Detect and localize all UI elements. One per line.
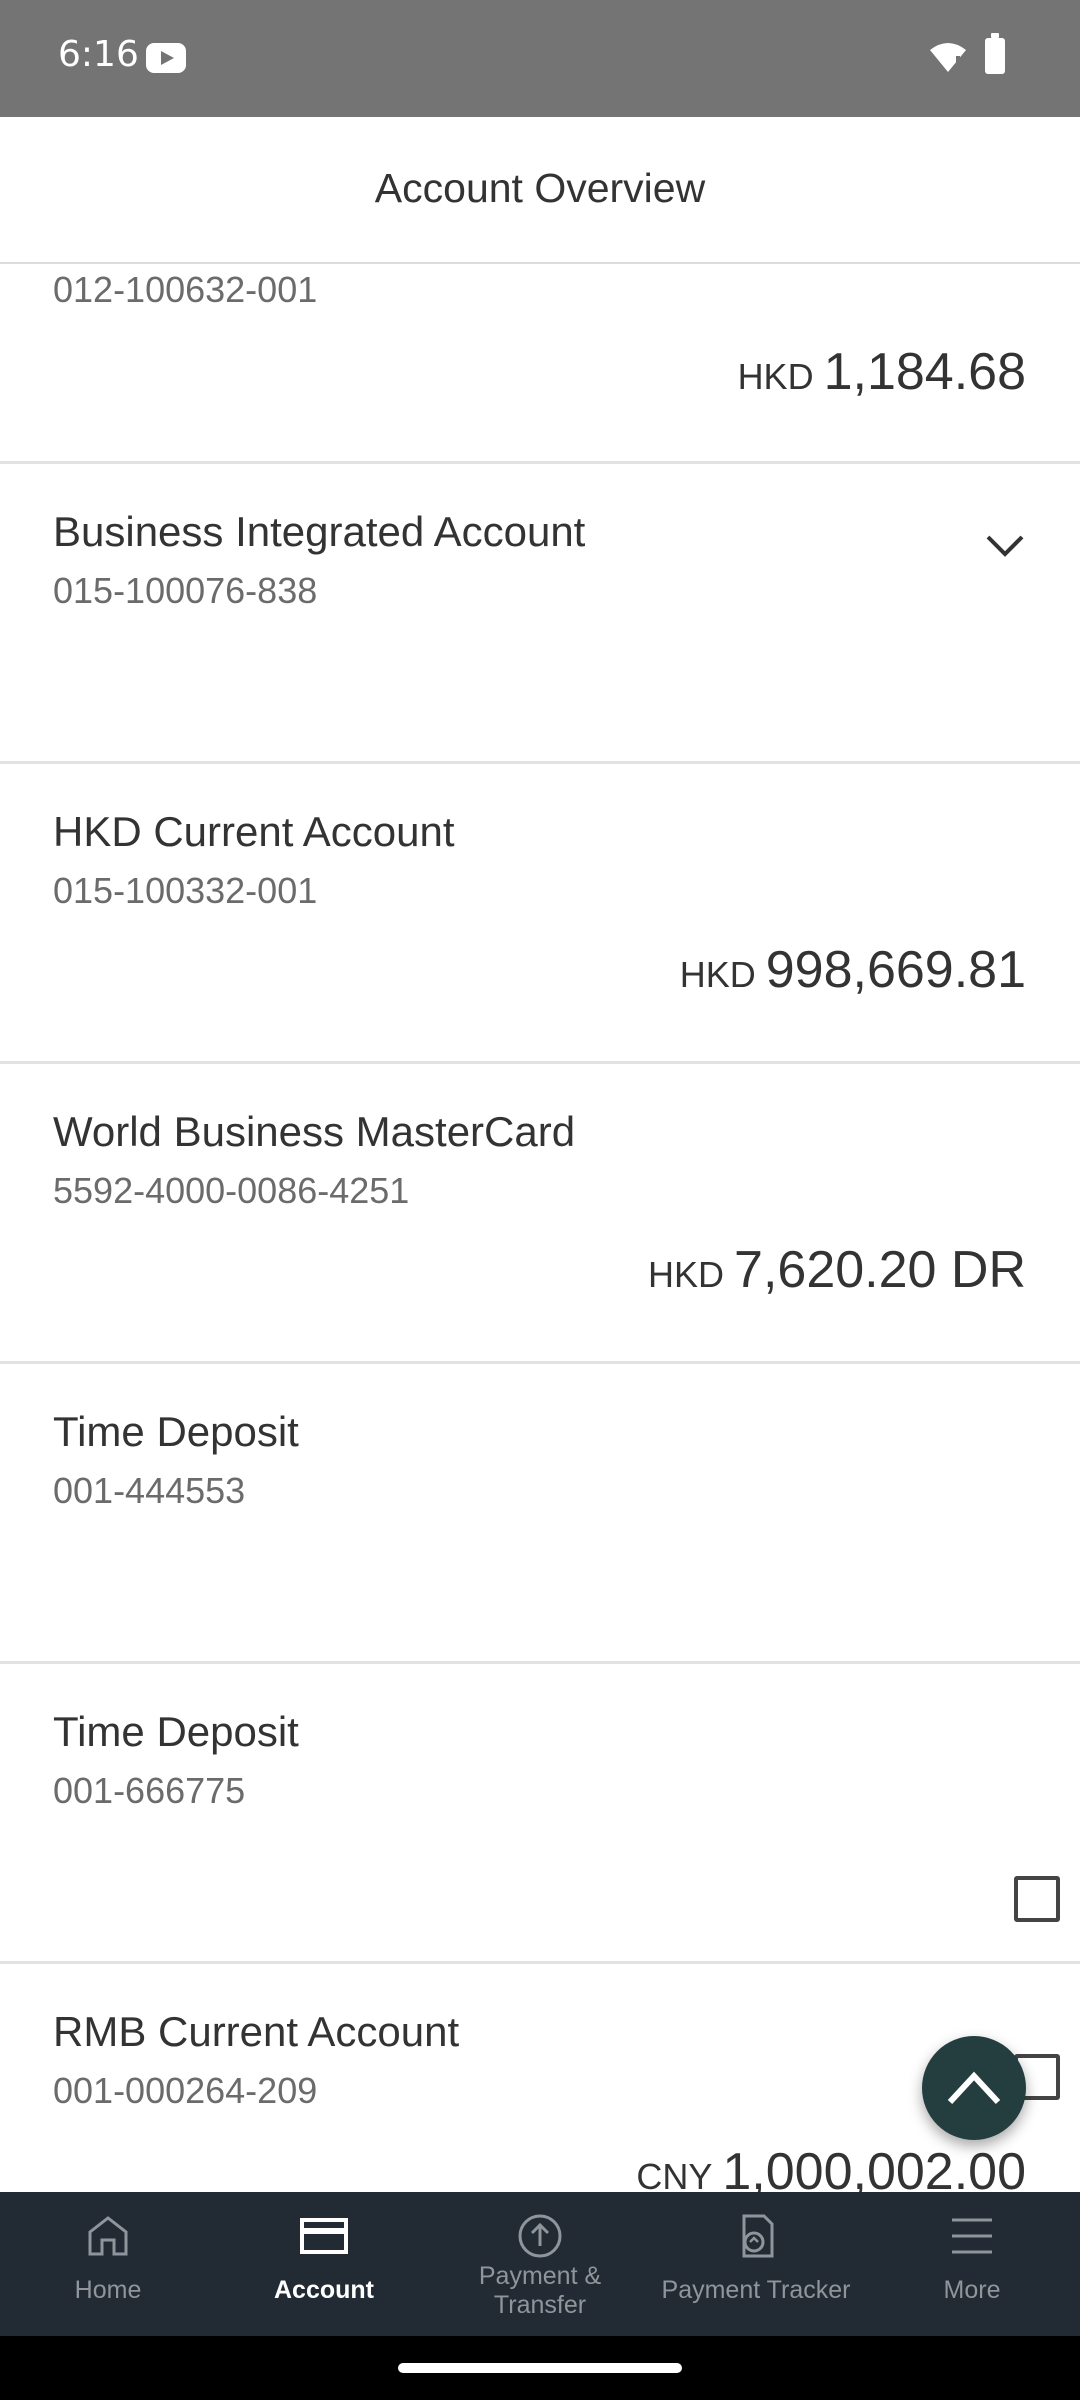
balance-currency: CNY bbox=[636, 2156, 713, 2192]
home-gesture-bar[interactable] bbox=[398, 2363, 682, 2373]
account-row[interactable]: Time Deposit 001-444553 bbox=[0, 1364, 1080, 1664]
account-name: Time Deposit bbox=[53, 1708, 299, 1755]
account-name: RMB Current Account bbox=[53, 2008, 460, 2055]
account-name: HKD Current Account bbox=[53, 808, 455, 855]
account-row[interactable]: Time Deposit 001-666775 bbox=[0, 1664, 1080, 1964]
battery-icon bbox=[985, 33, 1005, 74]
account-row[interactable]: World Business MasterCard 5592-4000-0086… bbox=[0, 1064, 1080, 1364]
nav-item-payment-tracker[interactable]: Payment Tracker bbox=[648, 2192, 864, 2336]
balance-value: 1,000,002.00 bbox=[722, 2143, 1026, 2192]
upload-circle-icon bbox=[518, 2214, 562, 2258]
nav-item-more[interactable]: More bbox=[864, 2192, 1080, 2336]
account-number: 015-100332-001 bbox=[53, 870, 318, 911]
account-number: 012-100632-001 bbox=[53, 269, 318, 310]
account-name: World Business MasterCard bbox=[53, 1108, 576, 1155]
balance-value: 1,184.68 bbox=[823, 343, 1026, 401]
nav-label-home: Home bbox=[74, 2276, 142, 2304]
status-bar: 6:16 bbox=[0, 0, 1080, 117]
balance-value: 7,620.20 DR bbox=[734, 1241, 1026, 1299]
balance-currency: HKD bbox=[679, 954, 756, 995]
nav-label-more: More bbox=[943, 2276, 1001, 2304]
nav-item-account[interactable]: Account bbox=[216, 2192, 432, 2336]
youtube-notification-icon bbox=[146, 43, 186, 73]
account-number: 015-100076-838 bbox=[53, 570, 318, 611]
account-name: Business Integrated Account bbox=[53, 508, 586, 555]
nav-label-payment-transfer-line2: Transfer bbox=[493, 2291, 587, 2319]
account-number: 001-666775 bbox=[53, 1770, 246, 1811]
balance-value: 998,669.81 bbox=[765, 941, 1026, 999]
account-balance: HKD 1,184.68 bbox=[738, 342, 1026, 402]
account-number: 001-444553 bbox=[53, 1470, 246, 1511]
nav-label-payment-tracker: Payment Tracker bbox=[661, 2276, 851, 2304]
account-name: Time Deposit bbox=[53, 1408, 299, 1455]
card-icon bbox=[300, 2218, 348, 2254]
app-header: Account Overview bbox=[0, 117, 1080, 264]
home-icon bbox=[88, 2216, 128, 2256]
nav-item-home[interactable]: Home bbox=[0, 2192, 216, 2336]
account-row[interactable]: RMB Current Account 001-000264-209 CNY 1,… bbox=[0, 1964, 1080, 2192]
account-number: 5592-4000-0086-4251 bbox=[53, 1170, 410, 1211]
document-upload-icon bbox=[742, 2214, 774, 2258]
balance-currency: HKD bbox=[737, 356, 814, 397]
gesture-navigation-area bbox=[0, 2336, 1080, 2400]
chevron-down-icon[interactable] bbox=[986, 526, 1024, 564]
account-list[interactable]: 012-100632-001 HKD 1,184.68 Business Inte… bbox=[0, 264, 1080, 2192]
account-number: 001-000264-209 bbox=[53, 2070, 318, 2111]
nav-label-account: Account bbox=[274, 2276, 374, 2304]
page-title: Account Overview bbox=[374, 165, 706, 211]
checkbox-icon[interactable] bbox=[1014, 1876, 1060, 1922]
account-row[interactable]: HKD Current Account 015-100332-001 HKD 99… bbox=[0, 764, 1080, 1064]
account-balance: HKD 998,669.81 bbox=[680, 940, 1026, 1000]
account-row[interactable]: Business Integrated Account 015-100076-8… bbox=[0, 464, 1080, 764]
menu-icon bbox=[952, 2218, 992, 2254]
nav-item-payment-transfer[interactable]: Payment & Transfer bbox=[432, 2192, 648, 2336]
status-time: 6:16 bbox=[58, 34, 139, 75]
bottom-navigation: Home Account Payment & Transfer Payment … bbox=[0, 2192, 1080, 2336]
wifi-icon bbox=[930, 43, 966, 72]
account-balance: CNY 1,000,002.00 bbox=[636, 2142, 1026, 2192]
account-balance: HKD 7,620.20 DR bbox=[648, 1240, 1026, 1300]
chevron-up-icon bbox=[947, 2071, 1001, 2105]
account-row[interactable]: 012-100632-001 HKD 1,184.68 bbox=[0, 264, 1080, 464]
nav-label-payment-transfer-line1: Payment & bbox=[478, 2262, 602, 2290]
scroll-to-top-button[interactable] bbox=[922, 2036, 1026, 2140]
balance-currency: HKD bbox=[648, 1254, 725, 1295]
